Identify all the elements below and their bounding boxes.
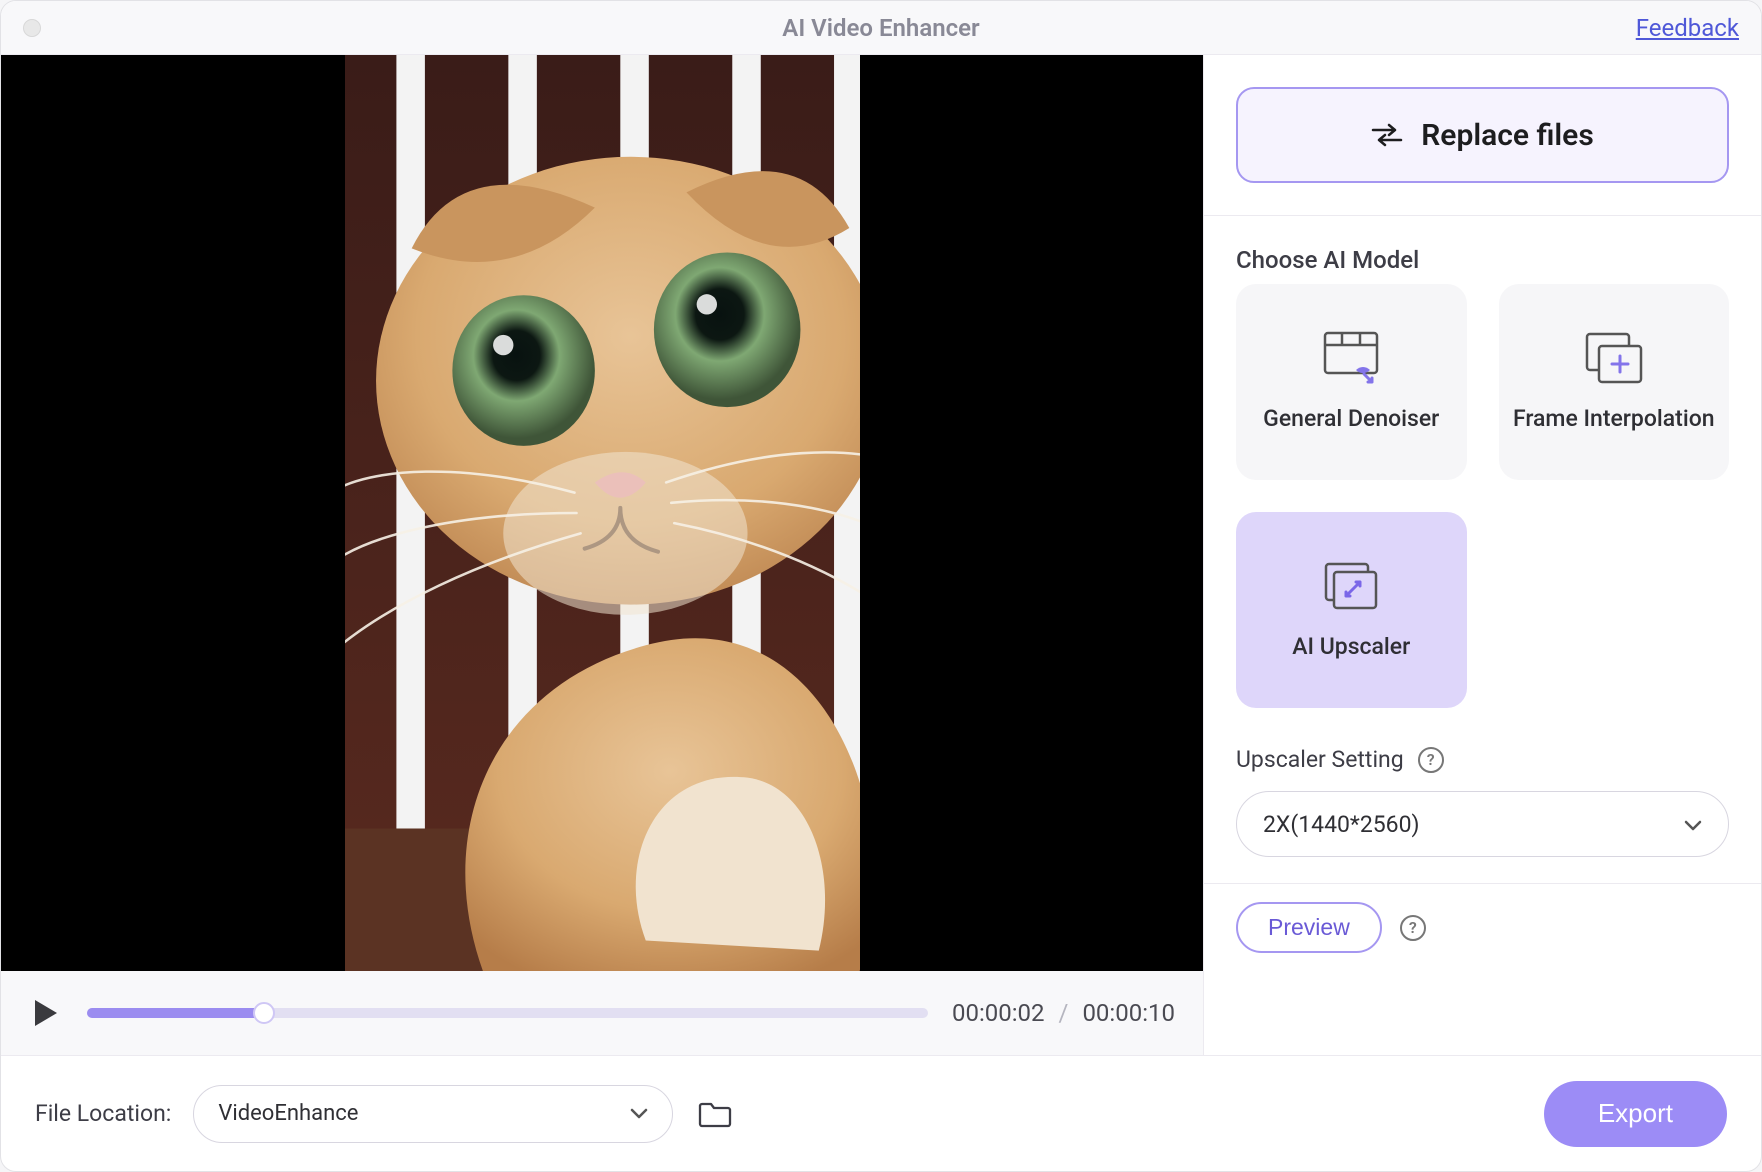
titlebar: AI Video Enhancer Feedback	[1, 1, 1761, 55]
choose-model-section: Choose AI Model	[1204, 216, 1761, 284]
model-card-label: AI Upscaler	[1292, 632, 1410, 662]
play-button[interactable]	[29, 996, 63, 1030]
play-icon	[33, 998, 59, 1028]
time-separator: /	[1059, 999, 1069, 1027]
timeline-progress	[87, 1008, 264, 1018]
general-denoiser-icon	[1320, 330, 1382, 386]
feedback-link[interactable]: Feedback	[1636, 14, 1739, 42]
upscaler-setting-dropdown[interactable]: 2X(1440*2560)	[1236, 791, 1729, 857]
main-content: 00:00:02 / 00:00:10 Replace files Choose…	[1, 55, 1761, 1055]
window-close-button[interactable]	[23, 19, 41, 37]
side-panel: Replace files Choose AI Model	[1204, 55, 1761, 1055]
preview-button[interactable]: Preview	[1236, 902, 1382, 953]
replace-section: Replace files	[1204, 55, 1761, 216]
model-grid: General Denoiser Frame Interpolation	[1204, 284, 1761, 728]
preview-row: Preview ?	[1204, 883, 1761, 971]
video-frame-image	[345, 55, 860, 971]
ai-upscaler-icon	[1320, 558, 1382, 614]
file-location-dropdown[interactable]: VideoEnhance	[193, 1085, 673, 1143]
upscaler-setting-row: Upscaler Setting ?	[1204, 728, 1761, 773]
file-location-value: VideoEnhance	[218, 1101, 358, 1126]
player-controls: 00:00:02 / 00:00:10	[1, 971, 1203, 1055]
bottom-bar: File Location: VideoEnhance Export	[1, 1055, 1761, 1171]
help-icon[interactable]: ?	[1400, 915, 1426, 941]
model-card-general-denoiser[interactable]: General Denoiser	[1236, 284, 1467, 480]
video-preview[interactable]	[1, 55, 1203, 971]
time-display: 00:00:02 / 00:00:10	[952, 999, 1175, 1027]
timeline-knob[interactable]	[253, 1002, 275, 1024]
choose-model-label: Choose AI Model	[1236, 246, 1729, 274]
open-folder-button[interactable]	[695, 1096, 735, 1132]
app-window: AI Video Enhancer Feedback	[0, 0, 1762, 1172]
preview-pane: 00:00:02 / 00:00:10	[1, 55, 1204, 1055]
file-location-label: File Location:	[35, 1100, 171, 1127]
model-card-label: Frame Interpolation	[1513, 404, 1715, 434]
upscaler-setting-value: 2X(1440*2560)	[1263, 811, 1420, 838]
model-card-frame-interpolation[interactable]: Frame Interpolation	[1499, 284, 1730, 480]
help-icon[interactable]: ?	[1418, 747, 1444, 773]
total-time: 00:00:10	[1082, 999, 1175, 1027]
chevron-down-icon	[1684, 811, 1702, 838]
swap-icon	[1371, 123, 1403, 147]
export-button[interactable]: Export	[1544, 1081, 1727, 1147]
frame-interpolation-icon	[1583, 330, 1645, 386]
chevron-down-icon	[630, 1101, 648, 1126]
timeline-slider[interactable]	[87, 1008, 928, 1018]
model-card-ai-upscaler[interactable]: AI Upscaler	[1236, 512, 1467, 708]
model-card-label: General Denoiser	[1263, 404, 1439, 434]
replace-files-button[interactable]: Replace files	[1236, 87, 1729, 183]
replace-files-label: Replace files	[1421, 118, 1594, 153]
upscaler-setting-label: Upscaler Setting	[1236, 746, 1404, 773]
current-time: 00:00:02	[952, 999, 1045, 1027]
folder-icon	[698, 1100, 732, 1128]
window-title: AI Video Enhancer	[1, 14, 1761, 42]
